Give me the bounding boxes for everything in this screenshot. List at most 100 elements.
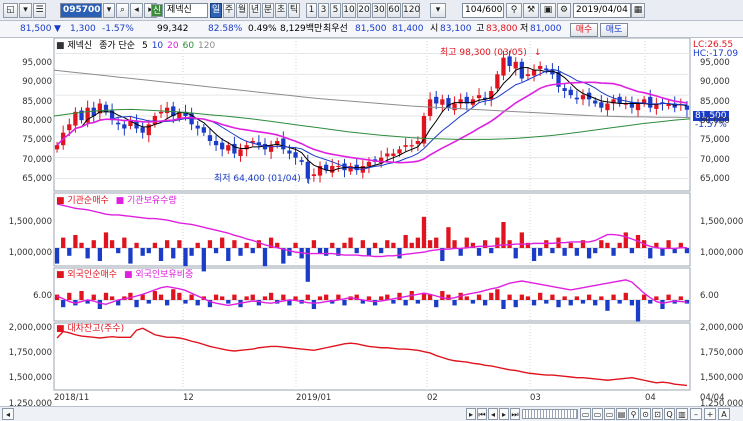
interval-button[interactable]: 3 — [318, 3, 329, 18]
interval-button[interactable]: 5 — [330, 3, 341, 18]
zoom-fit-icon[interactable]: ⊡ — [652, 408, 663, 420]
candle-body — [605, 103, 610, 111]
chart-type-icon[interactable]: ▥ — [676, 408, 688, 420]
best-ask-label: 최우선 — [323, 24, 348, 34]
prev-icon[interactable]: ◂ — [488, 408, 498, 420]
data-count-input[interactable]: 104/600 — [462, 3, 504, 18]
save-icon[interactable]: ▣ — [540, 3, 556, 18]
play-icon[interactable]: ▸ — [466, 408, 476, 420]
foreign-net-bar — [79, 291, 84, 300]
candle-body — [366, 161, 372, 166]
prev-stock-icon[interactable]: ◂ — [130, 3, 143, 18]
interval-button[interactable]: 60 — [387, 3, 401, 18]
interval-button[interactable]: 1 — [306, 3, 317, 18]
inst-net-bar — [366, 248, 372, 256]
interval-button[interactable]: 10 — [342, 3, 356, 18]
foreign-net-bar — [538, 292, 543, 300]
period-button[interactable]: 주 — [223, 3, 235, 18]
stock-code-input[interactable]: 095700 — [60, 3, 102, 18]
layout-icon-1[interactable]: ▭ — [580, 408, 591, 420]
date-input[interactable]: 2019/04/04 — [573, 3, 631, 18]
period-button[interactable]: 일 — [210, 3, 222, 18]
calendar-icon[interactable]: ▦ — [631, 3, 645, 18]
foreign-net-bar — [164, 300, 170, 306]
layout-icon-4[interactable]: ▤ — [616, 408, 627, 420]
ma-period-label[interactable]: 5 — [142, 41, 148, 51]
interval-button[interactable]: 120 — [402, 3, 420, 18]
interval-button[interactable]: 20 — [357, 3, 371, 18]
chart-scrollbar[interactable]: ◂ ▸ ⏮ ◂ ▸ ⏭ ▭ ▭ ▭ ▤ ⚲ ⊙ ⊡ Q ▥ – + A — [0, 406, 743, 421]
foreign-net-bar — [470, 300, 476, 304]
inst-net-bar — [164, 240, 170, 248]
volume-ratio: 82.58% — [208, 24, 243, 34]
foreign-net-bar — [195, 300, 200, 306]
low-marker-arrow: ↑ — [305, 177, 313, 187]
sell-button[interactable]: 매도 — [600, 23, 628, 37]
candle-body — [403, 145, 408, 147]
chart-area[interactable]: ↓ ↑ ■ 제넥신 종가 단순 5 10 20 60 120 최고 98,300 (03/… — [0, 38, 743, 409]
layout-icon-3[interactable]: ▭ — [604, 408, 615, 420]
inst-net-bar — [379, 248, 384, 254]
inst-net-bar — [666, 240, 671, 248]
candle-body — [152, 116, 158, 125]
ma-period-label[interactable]: 120 — [198, 41, 215, 51]
code-dropdown-icon[interactable]: ▾ — [103, 3, 115, 18]
tool-icon[interactable]: ⚒ — [523, 3, 539, 18]
period-button[interactable]: 틱 — [288, 3, 300, 18]
inst-net-bar — [91, 240, 96, 248]
zoom-icon[interactable]: ⚲ — [506, 3, 522, 18]
candle-body — [293, 152, 298, 158]
chart-canvas[interactable]: ↓↑ — [0, 38, 743, 406]
interval-button[interactable]: 30 — [372, 3, 386, 18]
ma-period-label[interactable]: 10 — [152, 41, 163, 51]
first-icon[interactable]: ⏮ — [477, 408, 487, 420]
search-icon[interactable]: ⌕ — [116, 3, 129, 18]
candle-body — [311, 174, 317, 176]
inst-net-bar — [330, 242, 335, 248]
foreign-net-bar — [678, 296, 683, 300]
loan-label: 대차잔고(주수) — [67, 324, 125, 334]
x-tick-label: 03 — [530, 393, 541, 403]
scroll-left-icon[interactable]: ◂ — [2, 408, 14, 420]
scroll-range-slider[interactable] — [522, 409, 578, 419]
settings-gear-icon[interactable]: ⚙ — [557, 3, 571, 18]
ma-period-label[interactable]: 20 — [167, 41, 178, 51]
zoom-in-icon[interactable]: + — [704, 408, 716, 420]
foreign-net-bar — [171, 289, 176, 300]
mark-icon[interactable]: Q — [664, 408, 675, 420]
inst-net-bar — [158, 248, 164, 261]
period-button[interactable]: 초 — [275, 3, 287, 18]
window-menu-icon[interactable]: ◱ — [3, 3, 18, 18]
font-size-icon[interactable]: A — [718, 408, 730, 420]
y-tick-label: 65,000 — [700, 173, 730, 184]
candle-body — [220, 142, 225, 150]
layout-icon-2[interactable]: ▭ — [592, 408, 603, 420]
ma-period-label[interactable]: 60 — [183, 41, 194, 51]
last-icon[interactable]: ⏭ — [510, 408, 520, 420]
dropdown-icon[interactable]: ▾ — [19, 3, 32, 18]
next-icon[interactable]: ▸ — [499, 408, 509, 420]
foreign-net-bar — [152, 291, 158, 300]
buy-button[interactable]: 매수 — [570, 23, 598, 37]
zoom-search-icon[interactable]: ⚲ — [628, 408, 639, 420]
low-label: 저 — [520, 24, 529, 34]
x-tick-label: 04/04 — [700, 393, 725, 403]
zoom-reset-icon[interactable]: ⊙ — [640, 408, 651, 420]
period-button[interactable]: 분 — [262, 3, 274, 18]
foreign-net-bar — [623, 292, 628, 300]
foreign-net-bar — [128, 292, 133, 300]
x-tick-label: 12 — [183, 393, 194, 403]
interval-options-icon[interactable]: ▾ — [430, 3, 446, 18]
period-button[interactable]: 년 — [249, 3, 261, 18]
foreign-net-bar — [629, 300, 635, 306]
loan-panel-legend: ■ 대차잔고(주수) — [56, 324, 125, 334]
y-tick-label: 1,500,000 — [8, 373, 52, 384]
y-tick-label: 95,000 — [700, 58, 730, 68]
y-tick-label: 1,000,000 — [8, 248, 52, 258]
inst-hold-label: 기관보유수량 — [127, 196, 177, 206]
candle-body — [336, 166, 341, 167]
price-change: 1,300 — [70, 24, 96, 34]
period-button[interactable]: 월 — [236, 3, 248, 18]
zoom-out-icon[interactable]: – — [690, 408, 702, 420]
list-icon[interactable]: ☰ — [33, 3, 46, 18]
